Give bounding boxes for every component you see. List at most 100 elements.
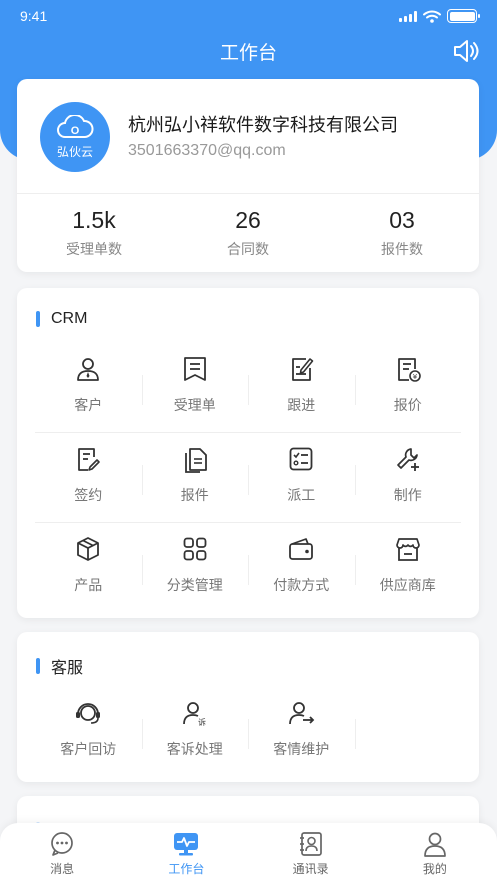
speaker-button[interactable] xyxy=(451,36,481,66)
ticket-icon xyxy=(183,357,206,381)
crm-item-quote[interactable]: ¥ 报价 xyxy=(354,343,462,432)
service-item-revisit[interactable]: 客户回访 xyxy=(35,687,142,777)
crm-item-supplier[interactable]: 供应商库 xyxy=(354,523,462,613)
item-label: 客情维护 xyxy=(273,742,330,758)
speaker-icon xyxy=(454,40,479,62)
tab-contacts[interactable]: 通讯录 xyxy=(249,823,373,883)
company-email: 3501663370@qq.com xyxy=(128,142,286,159)
item-label: 分类管理 xyxy=(166,578,223,594)
crm-item-report[interactable]: 报件 xyxy=(141,433,249,522)
tab-profile[interactable]: 我的 xyxy=(373,823,497,883)
complaint-icon: 诉 xyxy=(182,702,206,727)
item-label: 客户回访 xyxy=(60,742,117,758)
section-marker xyxy=(36,658,40,674)
dispatch-icon xyxy=(289,447,313,471)
follow-up-icon xyxy=(292,358,314,381)
divider xyxy=(17,193,479,194)
wrench-icon xyxy=(396,448,419,471)
crm-item-sign[interactable]: 签约 xyxy=(35,433,142,522)
report-icon xyxy=(184,448,207,473)
wifi-icon xyxy=(423,10,441,23)
status-icons xyxy=(399,9,480,23)
service-item-empty xyxy=(354,687,462,777)
tab-workbench[interactable]: 工作台 xyxy=(124,823,248,883)
workbench-icon xyxy=(174,833,199,856)
battery-icon xyxy=(447,9,480,23)
crm-section: CRM 客户 受理单 跟进 ¥ 报价 签约 报件 派工 制作 产品 分类管理 付… xyxy=(17,288,479,618)
tab-label: 通讯录 xyxy=(292,862,329,876)
stats-row: 1.5k 受理单数 26 合同数 03 报件数 xyxy=(17,207,479,259)
item-label: 付款方式 xyxy=(273,578,330,594)
box-icon xyxy=(77,537,100,561)
grid-row: 客户 受理单 跟进 ¥ 报价 xyxy=(35,343,461,433)
crm-item-dispatch[interactable]: 派工 xyxy=(248,433,355,522)
section-title: CRM xyxy=(36,310,87,328)
grid-row: 客户回访 诉 客诉处理 客情维护 xyxy=(35,687,461,777)
profile-icon xyxy=(424,832,446,857)
crm-item-production[interactable]: 制作 xyxy=(354,433,462,522)
item-label: 受理单 xyxy=(173,398,216,414)
cloud-logo-icon: O xyxy=(57,114,94,138)
stat-value: 26 xyxy=(235,207,261,233)
section-title-text: CRM xyxy=(51,310,88,327)
relation-icon xyxy=(289,702,315,725)
svg-text:诉: 诉 xyxy=(198,717,206,727)
tab-label: 消息 xyxy=(50,862,75,876)
logo-text: 弘伙云 xyxy=(56,144,93,159)
store-icon xyxy=(395,538,420,561)
crm-item-payment[interactable]: 付款方式 xyxy=(248,523,355,613)
contacts-icon xyxy=(299,832,322,856)
service-item-relation[interactable]: 客情维护 xyxy=(248,687,355,777)
tab-label: 工作台 xyxy=(168,862,205,876)
tab-label: 我的 xyxy=(422,862,447,876)
stat-tickets[interactable]: 1.5k 受理单数 xyxy=(17,207,171,259)
svg-text:¥: ¥ xyxy=(413,373,418,381)
stat-label: 受理单数 xyxy=(66,242,122,258)
sign-icon xyxy=(78,448,101,471)
message-icon xyxy=(51,832,73,856)
company-card[interactable]: O 弘伙云 杭州弘小祥软件数字科技有限公司 3501663370@qq.com … xyxy=(17,79,479,272)
item-label: 产品 xyxy=(74,578,103,594)
tab-messages[interactable]: 消息 xyxy=(0,823,124,883)
signal-icon xyxy=(399,10,417,22)
company-name: 杭州弘小祥软件数字科技有限公司 xyxy=(128,115,398,136)
crm-item-customer[interactable]: 客户 xyxy=(35,343,142,432)
service-section: 客服 客户回访 诉 客诉处理 客情维护 xyxy=(17,632,479,782)
status-bar: 9:41 xyxy=(0,0,497,32)
item-label: 客诉处理 xyxy=(166,742,223,758)
category-icon xyxy=(183,537,207,561)
stat-label: 合同数 xyxy=(227,242,269,258)
crm-item-category[interactable]: 分类管理 xyxy=(141,523,249,613)
grid-row: 签约 报件 派工 制作 xyxy=(35,433,461,523)
item-label: 供应商库 xyxy=(379,578,436,594)
item-label: 报价 xyxy=(393,398,422,414)
crm-item-ticket[interactable]: 受理单 xyxy=(141,343,249,432)
stat-contracts[interactable]: 26 合同数 xyxy=(171,207,325,259)
item-label: 报件 xyxy=(180,488,209,504)
item-label: 客户 xyxy=(74,398,103,414)
crm-item-product[interactable]: 产品 xyxy=(35,523,142,613)
item-label: 签约 xyxy=(74,488,103,504)
section-title-text: 客服 xyxy=(51,660,84,677)
status-time: 9:41 xyxy=(20,8,48,24)
wallet-icon xyxy=(289,538,314,560)
item-label: 派工 xyxy=(287,488,316,504)
service-item-complaint[interactable]: 诉 客诉处理 xyxy=(141,687,249,777)
stat-value: 03 xyxy=(389,207,415,233)
customer-icon xyxy=(77,358,100,381)
section-title: 客服 xyxy=(36,654,83,678)
stat-label: 报件数 xyxy=(381,242,423,258)
service-grid: 客户回访 诉 客诉处理 客情维护 xyxy=(35,687,461,777)
stat-reports[interactable]: 03 报件数 xyxy=(325,207,479,259)
page-title: 工作台 xyxy=(219,42,277,64)
crm-item-follow-up[interactable]: 跟进 xyxy=(248,343,355,432)
quote-icon: ¥ xyxy=(397,358,421,382)
tab-bar: 消息 工作台 通讯录 我的 xyxy=(0,823,497,883)
headset-icon xyxy=(76,703,101,724)
grid-row: 产品 分类管理 付款方式 供应商库 xyxy=(35,523,461,613)
item-label: 制作 xyxy=(393,488,422,504)
crm-grid: 客户 受理单 跟进 ¥ 报价 签约 报件 派工 制作 产品 分类管理 付款方式 … xyxy=(35,343,461,613)
stat-value: 1.5k xyxy=(72,207,116,233)
section-marker xyxy=(36,311,40,327)
item-label: 跟进 xyxy=(287,398,316,414)
